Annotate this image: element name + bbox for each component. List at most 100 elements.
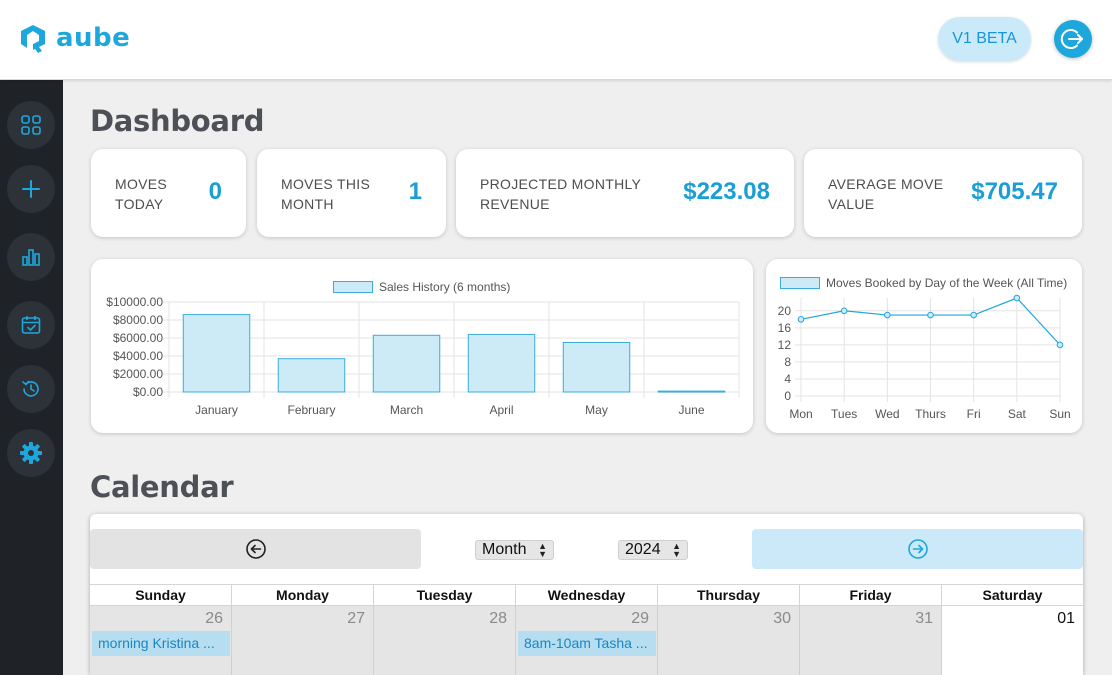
x-tick-label: Tues — [831, 407, 857, 421]
aube-logo-icon — [21, 25, 45, 53]
weekday-label: Monday — [232, 585, 374, 605]
calendar-day-cell[interactable]: 31 — [800, 606, 942, 675]
stat-card-projected-revenue: PROJECTED MONTHLY REVENUE $223.08 — [456, 149, 794, 237]
calendar-day-cell[interactable]: 28 — [374, 606, 516, 675]
weekday-label: Sunday — [90, 585, 232, 605]
data-point — [797, 316, 805, 323]
x-tick-label: Sun — [1049, 407, 1070, 421]
sidebar-item-settings[interactable] — [7, 429, 55, 477]
stat-card-average-move-value: AVERAGE MOVE VALUE $705.47 — [804, 149, 1082, 237]
x-tick-label: February — [287, 403, 335, 417]
data-point — [927, 311, 934, 319]
sidebar-item-schedule[interactable] — [7, 301, 55, 349]
y-tick-label: $4000.00 — [113, 349, 163, 363]
sidebar-item-add[interactable] — [7, 165, 55, 213]
calendar-day-cell[interactable]: 30 — [658, 606, 800, 675]
stat-card-moves-today: MOVES TODAY 0 — [91, 149, 246, 237]
beta-badge[interactable]: V1 BETA — [938, 17, 1031, 61]
weekday-label: Saturday — [982, 587, 1043, 603]
day-number: 31 — [915, 610, 933, 627]
bar — [372, 334, 441, 393]
plus-icon — [22, 180, 40, 198]
year-select-value: 2024 — [625, 541, 661, 558]
stat-value: 1 — [408, 178, 422, 205]
stat-label-line: TODAY — [115, 196, 164, 212]
calendar-day-cell[interactable]: 26 morning Kristina ... — [90, 606, 232, 675]
calendar: Month ▲ ▼ 2024 ▲ ▼ Sunday Monday Tuesday W… — [90, 514, 1083, 675]
y-tick-label: $2000.00 — [113, 367, 163, 381]
y-tick-label: 0 — [784, 389, 791, 403]
sidebar-item-history[interactable] — [7, 365, 55, 413]
weekday-label: Tuesday — [374, 585, 516, 605]
sidebar-item-dashboard[interactable] — [7, 101, 55, 149]
x-tick-label: Fri — [967, 407, 981, 421]
view-select-value: Month — [482, 541, 527, 558]
data-point — [970, 311, 977, 319]
calendar-day-cell[interactable]: 29 8am-10am Tasha ... — [516, 606, 658, 675]
bar — [467, 333, 536, 393]
x-tick-label: May — [585, 403, 608, 417]
stat-label: PROJECTED MONTHLY REVENUE — [480, 174, 641, 214]
select-arrows-icon: ▲ ▼ — [672, 541, 681, 559]
x-tick-label: Sat — [1008, 407, 1027, 421]
stat-value: $705.47 — [971, 178, 1058, 205]
day-number: 29 — [631, 610, 649, 627]
data-point — [884, 311, 891, 319]
stat-label-line: MOVES — [115, 176, 168, 192]
day-number: 01 — [1057, 610, 1075, 627]
history-icon — [22, 380, 39, 397]
stat-label-line: MOVES THIS — [281, 176, 371, 192]
day-number: 26 — [205, 610, 223, 627]
stat-label-line: VALUE — [828, 196, 875, 212]
grid-icon — [21, 115, 41, 135]
logout-icon — [1060, 29, 1083, 49]
bar — [277, 358, 346, 393]
calendar-check-icon — [21, 316, 41, 334]
stat-card-moves-this-month: MOVES THIS MONTH 1 — [257, 149, 446, 237]
sales-history-chart: $0.00 $2000.00 $4000.00 $6000.00 $8000.00 $10… — [106, 295, 740, 417]
stat-label: AVERAGE MOVE VALUE — [828, 174, 943, 214]
dashboard-title: Dashboard — [90, 104, 265, 138]
calendar-event[interactable]: morning Kristina ... — [92, 631, 230, 656]
arrow-right-circle-icon — [907, 539, 928, 559]
stat-label-line: AVERAGE MOVE — [828, 176, 944, 192]
logout-button[interactable] — [1054, 20, 1092, 58]
stat-label-line: PROJECTED MONTHLY — [480, 176, 642, 192]
stat-value: 0 — [208, 178, 222, 205]
stat-value: $223.08 — [683, 178, 770, 205]
x-tick-label: April — [489, 403, 513, 417]
y-tick-label: $6000.00 — [113, 331, 163, 345]
calendar-title: Calendar — [90, 470, 234, 504]
calendar-week-row: 26 morning Kristina ... 27 28 29 8am-10a… — [90, 606, 1083, 675]
calendar-event[interactable]: 8am-10am Tasha ... — [518, 631, 656, 656]
arrow-left-circle-icon — [245, 539, 266, 559]
weekday-label: Thursday — [658, 585, 800, 605]
bar — [182, 314, 251, 393]
calendar-day-cell[interactable]: 01 — [942, 606, 1083, 675]
bar — [562, 342, 631, 393]
data-point — [1056, 341, 1064, 349]
y-tick-label: $10000.00 — [106, 295, 163, 309]
x-tick-label: June — [678, 403, 704, 417]
y-tick-label: $8000.00 — [113, 313, 163, 327]
sidebar-item-reports[interactable] — [7, 233, 55, 281]
day-number: 28 — [489, 610, 507, 627]
select-arrows-icon: ▲ ▼ — [538, 541, 547, 559]
y-tick-label: 20 — [778, 304, 792, 318]
stat-label-line: MONTH — [281, 196, 334, 212]
top-bar: aube V1 BETA — [0, 0, 1112, 80]
calendar-day-cell[interactable]: 27 — [232, 606, 374, 675]
year-select[interactable]: 2024 ▲ ▼ — [618, 540, 688, 560]
bar-chart-icon — [22, 249, 40, 266]
day-number: 30 — [773, 610, 791, 627]
calendar-next-button[interactable] — [752, 529, 1083, 569]
x-tick-label: March — [390, 403, 423, 417]
calendar-prev-button[interactable] — [90, 529, 421, 569]
brand-name: aube — [56, 23, 131, 53]
sales-history-chart-card: Sales History (6 months) $0.00 $2000.00 $4… — [91, 259, 753, 433]
view-select[interactable]: Month ▲ ▼ — [475, 540, 554, 560]
data-point — [840, 307, 848, 315]
x-tick-label: Thurs — [915, 407, 946, 421]
x-tick-label: Mon — [789, 407, 812, 421]
brand-logo[interactable]: aube — [16, 22, 130, 54]
